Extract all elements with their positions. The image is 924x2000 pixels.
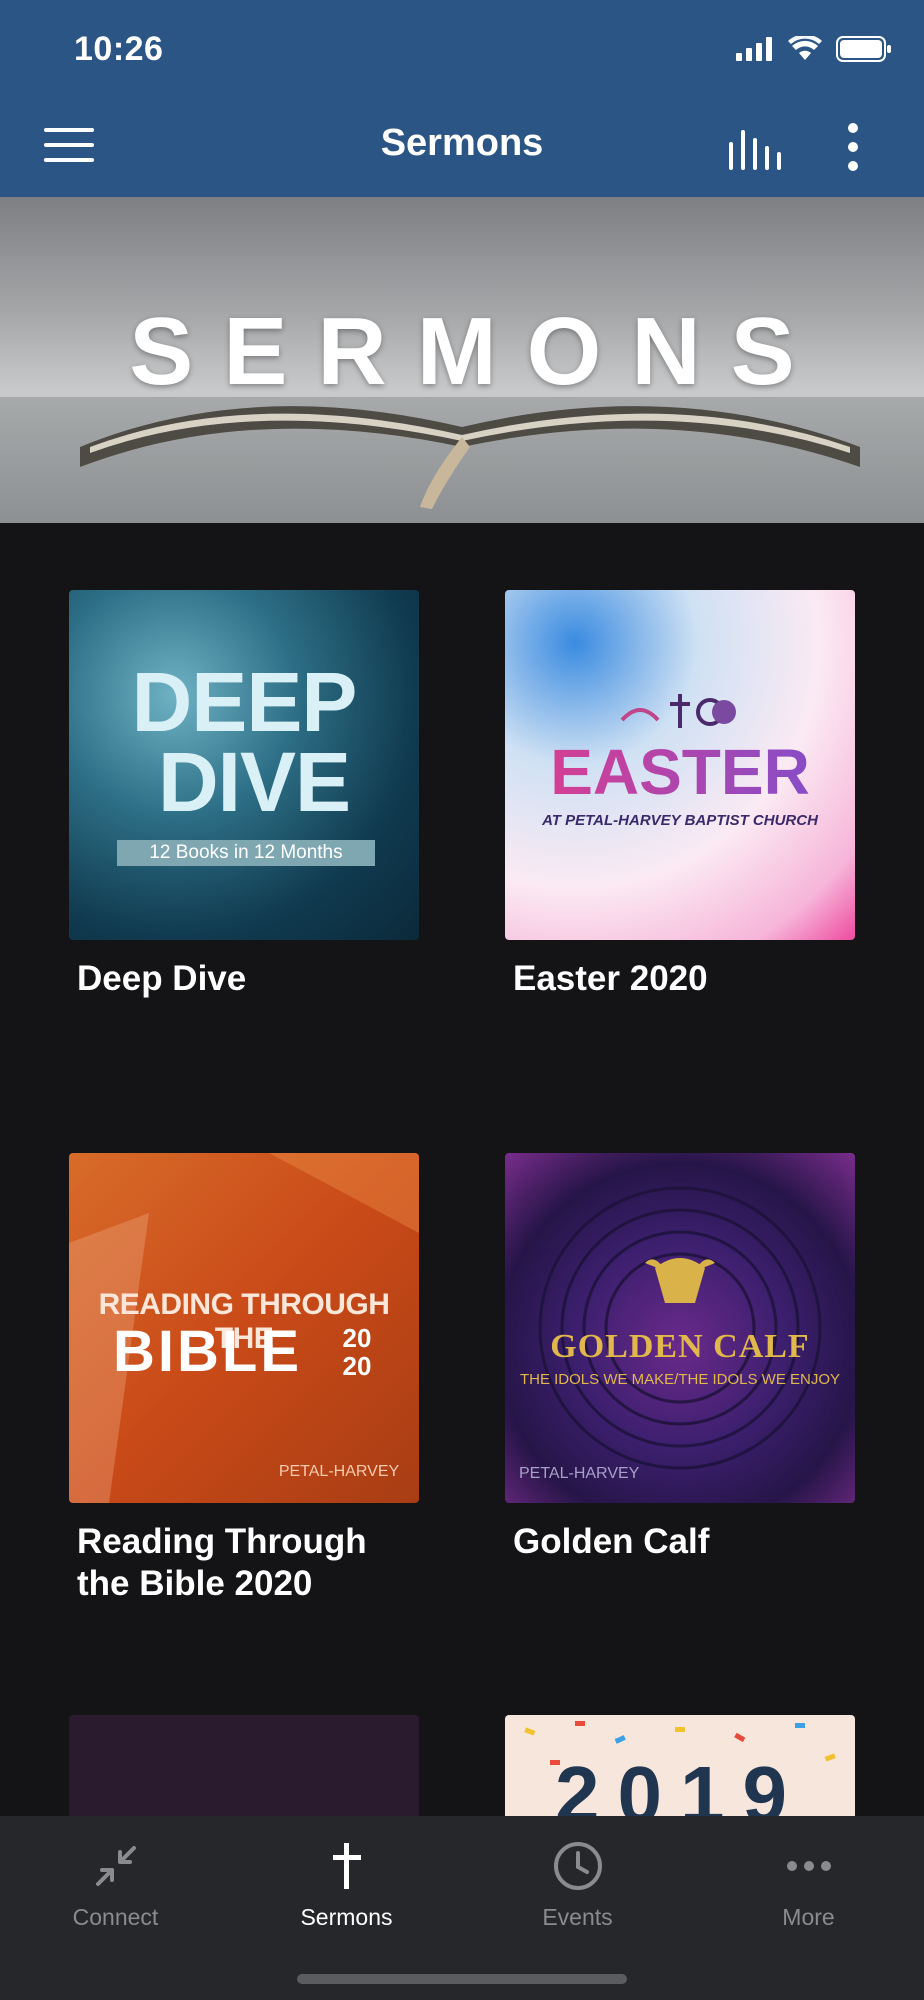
tab-sermons[interactable]: Sermons [231, 1816, 462, 1946]
artwork-line-1: EASTER [505, 740, 855, 804]
series-grid: DEEP DIVE 12 Books in 12 Months Deep Div… [0, 523, 924, 1816]
tab-label: Events [542, 1904, 613, 1930]
artwork-year-bottom: 20 [342, 1351, 372, 1381]
clock-icon [553, 1842, 602, 1890]
tab-more[interactable]: More [693, 1816, 924, 1946]
tab-label: Sermons [300, 1904, 393, 1930]
series-title: Easter 2020 [513, 959, 708, 998]
series-artwork: READING THROUGH THE BIBLE 20 20 PETAL-HA… [69, 1153, 419, 1503]
series-artwork: GOLDEN CALF THE IDOLS WE MAKE/THE IDOLS … [505, 1153, 855, 1503]
series-title: Deep Dive [77, 959, 247, 998]
artwork-line-1: GOLDEN CALF [550, 1328, 810, 1365]
tab-label: More [782, 1904, 835, 1930]
bottom-tab-bar: Connect Sermons Events More [0, 1816, 924, 2000]
series-artwork [69, 1715, 419, 1816]
top-bar: 10:26 Sermons [0, 0, 924, 197]
tab-label: Connect [72, 1904, 159, 1930]
home-indicator [297, 1974, 627, 1984]
artwork-brand: PETAL-HARVEY [278, 1463, 400, 1480]
series-card-reading-through-bible[interactable]: READING THROUGH THE BIBLE 20 20 PETAL-HA… [69, 1153, 419, 1605]
series-title: Golden Calf [513, 1522, 710, 1561]
series-title: Reading Through the Bible 2020 [77, 1522, 367, 1603]
artwork-line-1: 2019 [555, 1750, 805, 1817]
signal-icon [736, 37, 772, 61]
status-icons [736, 36, 892, 62]
series-card-2019[interactable]: 2019 [505, 1715, 855, 1816]
series-card-easter-2020[interactable]: EASTER AT PETAL-HARVEY BAPTIST CHURCH Ea… [505, 590, 855, 1000]
audio-bars-icon[interactable] [727, 128, 781, 170]
cross-icon [332, 1843, 361, 1889]
wifi-icon [788, 36, 822, 60]
status-time: 10:26 [74, 30, 164, 68]
artwork-caption: THE IDOLS WE MAKE/THE IDOLS WE ENJOY [519, 1371, 841, 1388]
sermons-banner: SERMONS [0, 197, 924, 523]
artwork-line-2: BIBLE [113, 1319, 302, 1384]
series-card-partial[interactable] [69, 1715, 419, 1816]
artwork-line-2: DIVE [157, 735, 351, 829]
page-title: Sermons [380, 122, 544, 164]
compress-arrows-icon [95, 1846, 136, 1886]
series-card-deep-dive[interactable]: DEEP DIVE 12 Books in 12 Months Deep Div… [69, 590, 419, 1000]
artwork-caption: AT PETAL-HARVEY BAPTIST CHURCH [542, 812, 818, 829]
more-dots-icon [786, 1861, 831, 1871]
artwork-year-top: 20 [342, 1323, 372, 1353]
tab-connect[interactable]: Connect [0, 1816, 231, 1946]
artwork-caption: 12 Books in 12 Months [117, 840, 375, 866]
battery-icon [836, 36, 891, 62]
series-artwork: 2019 [505, 1715, 855, 1816]
artwork-line-1: DEEP [131, 655, 358, 749]
series-card-golden-calf[interactable]: GOLDEN CALF THE IDOLS WE MAKE/THE IDOLS … [505, 1153, 855, 1563]
banner-title: SERMONS [129, 298, 825, 405]
series-artwork: DEEP DIVE 12 Books in 12 Months [69, 590, 419, 940]
tab-events[interactable]: Events [462, 1816, 693, 1946]
series-artwork: EASTER AT PETAL-HARVEY BAPTIST CHURCH [505, 590, 855, 940]
artwork-brand: PETAL-HARVEY [519, 1465, 640, 1482]
kebab-menu-icon[interactable] [838, 122, 868, 172]
easter-symbols-icon [620, 694, 736, 728]
